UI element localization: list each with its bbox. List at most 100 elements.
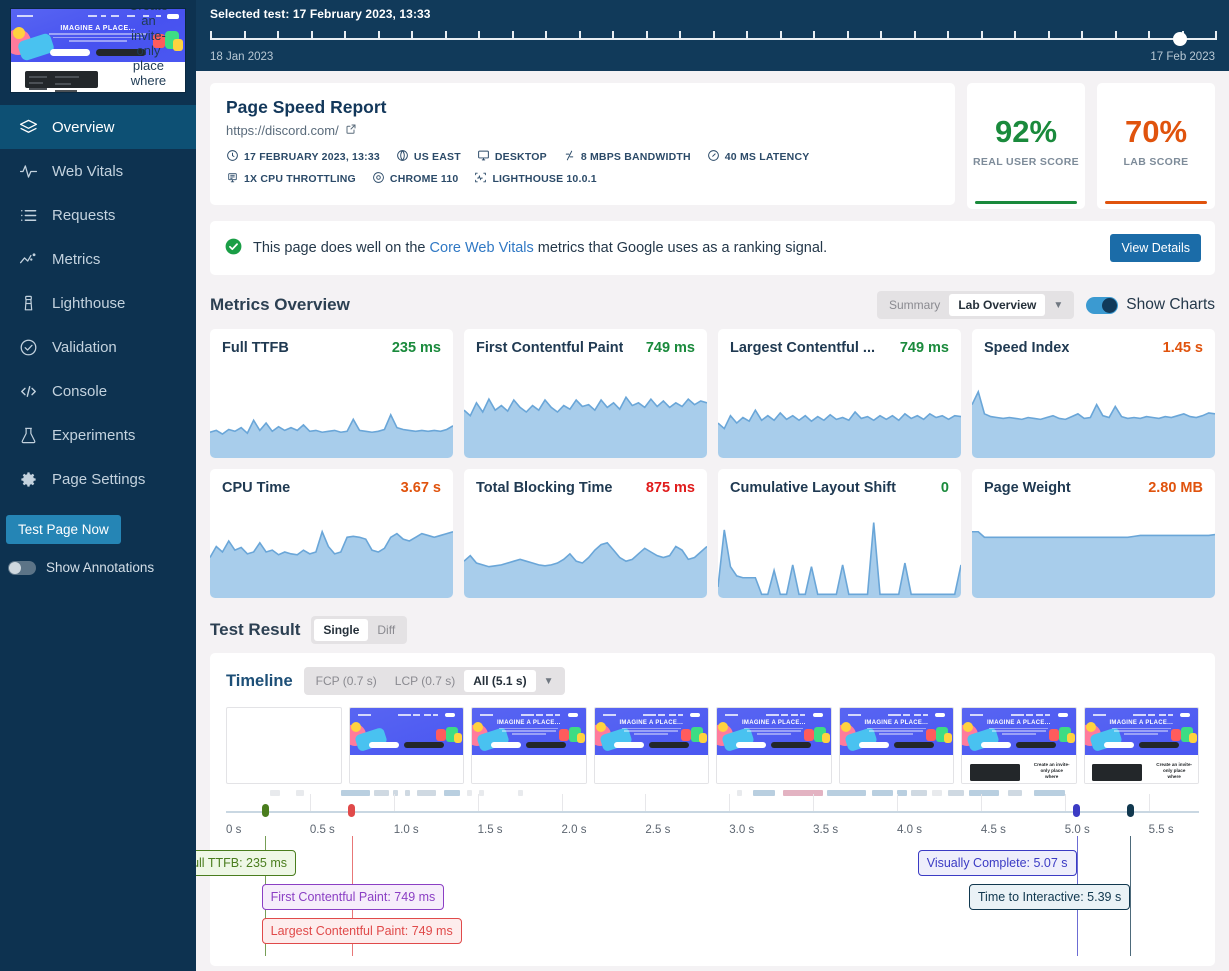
- filter-fcp[interactable]: FCP (0.7 s): [307, 670, 386, 692]
- page-title: Page Speed Report: [226, 97, 387, 117]
- sidebar-item-validation[interactable]: Validation: [0, 325, 196, 369]
- filmstrip-frame[interactable]: [226, 707, 342, 784]
- view-details-button[interactable]: View Details: [1110, 234, 1201, 262]
- metric-value: 2.80 MB: [1148, 480, 1203, 496]
- lab-overview-option[interactable]: Lab Overview: [949, 294, 1046, 316]
- frame-subtext: [499, 727, 559, 737]
- timeline-marker[interactable]: [348, 804, 356, 817]
- waterfall-bar: [753, 790, 775, 796]
- filmstrip-frame[interactable]: IMAGINE A PLACE... Create an invite-only …: [1083, 707, 1199, 784]
- frame-lower: [839, 754, 953, 783]
- report-meta-list: 17 FEBRUARY 2023, 13:33 US EAST DESKTOP: [226, 149, 939, 187]
- report-url-link[interactable]: https://discord.com/: [226, 123, 339, 138]
- show-annotations-toggle[interactable]: [8, 560, 36, 575]
- clock-icon: [226, 149, 239, 165]
- real-user-score-card[interactable]: 92% REAL USER SCORE: [967, 83, 1085, 209]
- filmstrip-frame[interactable]: IMAGINE A PLACE...: [471, 707, 587, 784]
- filter-all[interactable]: All (5.1 s): [464, 670, 536, 692]
- metric-card[interactable]: Largest Contentful ... 749 ms: [718, 329, 961, 458]
- metric-card[interactable]: Full TTFB 235 ms: [210, 329, 453, 458]
- summary-option[interactable]: Summary: [880, 294, 949, 316]
- frame-lower: [472, 754, 586, 783]
- lab-score-card[interactable]: 70% LAB SCORE: [1097, 83, 1215, 209]
- metric-header: Page Weight 2.80 MB: [972, 469, 1215, 496]
- frame-hero: IMAGINE A PLACE...: [594, 708, 708, 755]
- latency-icon: [707, 149, 720, 165]
- timeline-event-label[interactable]: Visually Complete: 5.07 s: [917, 850, 1077, 876]
- sidebar-item-requests[interactable]: Requests: [0, 193, 196, 237]
- filmstrip-frame[interactable]: IMAGINE A PLACE... Create an invite-only …: [961, 707, 1077, 784]
- metric-card[interactable]: Speed Index 1.45 s: [972, 329, 1215, 458]
- globe-icon: [396, 149, 409, 165]
- layers-icon: [18, 117, 38, 137]
- metric-sparkline: [210, 506, 453, 598]
- frame-headline: IMAGINE A PLACE...: [864, 720, 929, 727]
- metric-value: 749 ms: [645, 340, 695, 356]
- scroll-content: Page Speed Report https://discord.com/ 1…: [196, 71, 1229, 971]
- frame-hero: IMAGINE A PLACE...: [1084, 708, 1199, 755]
- metric-card[interactable]: CPU Time 3.67 s: [210, 469, 453, 598]
- metric-card[interactable]: Total Blocking Time 875 ms: [464, 469, 707, 598]
- frame-buttons: [350, 737, 464, 752]
- chevron-down-icon[interactable]: ▼: [1045, 296, 1071, 315]
- slider-date-range: 18 Jan 2023 17 Feb 2023: [210, 50, 1215, 65]
- sidebar-item-label: Page Settings: [52, 470, 146, 488]
- sidebar-item-console[interactable]: Console: [0, 369, 196, 413]
- sidebar-item-metrics[interactable]: Metrics: [0, 237, 196, 281]
- external-link-icon[interactable]: [345, 123, 357, 138]
- timeline-event-label[interactable]: Time to Interactive: 5.39 s: [968, 884, 1131, 910]
- sidebar-item-page-settings[interactable]: Page Settings: [0, 457, 196, 501]
- sidebar-item-label: Web Vitals: [52, 162, 124, 180]
- thumbnail-app-mock: [24, 70, 98, 92]
- filmstrip: IMAGINE A PLACE... IMAGINE A PLACE... IMAG…: [226, 707, 1199, 784]
- sidebar-item-experiments[interactable]: Experiments: [0, 413, 196, 457]
- slider-knob[interactable]: [1172, 32, 1187, 46]
- sidebar-item-label: Requests: [52, 206, 116, 224]
- timeline-event-label[interactable]: Largest Contentful Paint: 749 ms: [261, 918, 462, 944]
- filter-lcp[interactable]: LCP (0.7 s): [386, 670, 464, 692]
- waterfall-bar: [478, 790, 484, 796]
- metric-name: Page Weight: [984, 480, 1071, 496]
- slider-end-date: 17 Feb 2023: [1150, 51, 1215, 63]
- axis-tick: [477, 794, 479, 811]
- timeline-marker[interactable]: [1073, 804, 1081, 817]
- metric-card[interactable]: Cumulative Layout Shift 0: [718, 469, 961, 598]
- test-selector-bar: Selected test: 17 February 2023, 13:33 1…: [196, 0, 1229, 71]
- axis-tick-label: 0.5 s: [309, 824, 335, 836]
- filmstrip-frame[interactable]: [348, 707, 464, 784]
- metric-sparkline: [210, 366, 453, 458]
- axis-tick: [561, 794, 563, 811]
- test-page-now-button[interactable]: Test Page Now: [6, 515, 121, 544]
- sidebar-item-web-vitals[interactable]: Web Vitals: [0, 149, 196, 193]
- site-preview-thumbnail[interactable]: IMAGINE A PLACE... Create an invite-: [10, 8, 186, 93]
- filmstrip-frame[interactable]: IMAGINE A PLACE...: [593, 707, 709, 784]
- show-charts-label: Show Charts: [1126, 296, 1215, 313]
- metric-name: First Contentful Paint: [476, 340, 624, 356]
- frame-buttons: [1085, 737, 1199, 752]
- lighthouse-icon: [18, 293, 38, 313]
- meta-label: CHROME 110: [389, 173, 459, 185]
- tab-single[interactable]: Single: [314, 619, 369, 641]
- filmstrip-frame[interactable]: IMAGINE A PLACE...: [838, 707, 954, 784]
- test-history-slider[interactable]: [210, 28, 1217, 50]
- filmstrip-frame[interactable]: IMAGINE A PLACE...: [716, 707, 832, 784]
- metric-card[interactable]: Page Weight 2.80 MB: [972, 469, 1215, 598]
- axis-tick: [1064, 794, 1066, 811]
- cpu-icon: [226, 171, 239, 187]
- report-url: https://discord.com/: [226, 123, 939, 138]
- timeline-marker[interactable]: [261, 804, 269, 817]
- score-underline: [1105, 201, 1207, 204]
- core-web-vitals-link[interactable]: Core Web Vitals: [430, 240, 534, 256]
- chevron-down-icon[interactable]: ▼: [536, 672, 562, 691]
- show-charts-toggle[interactable]: [1086, 296, 1119, 314]
- scatter-icon: [18, 249, 38, 269]
- frame-caption: Create an invite-only place where: [1033, 762, 1070, 780]
- timeline-marker[interactable]: [1126, 804, 1134, 817]
- tab-diff[interactable]: Diff: [368, 619, 404, 641]
- metric-card[interactable]: First Contentful Paint 749 ms: [464, 329, 707, 458]
- timeline-event-label[interactable]: Full TTFB: 235 ms: [196, 850, 297, 876]
- sidebar-item-lighthouse[interactable]: Lighthouse: [0, 281, 196, 325]
- sidebar-item-overview[interactable]: Overview: [0, 105, 196, 149]
- sidebar: IMAGINE A PLACE... Create an invite-: [0, 0, 196, 971]
- timeline-event-label[interactable]: First Contentful Paint: 749 ms: [261, 884, 445, 910]
